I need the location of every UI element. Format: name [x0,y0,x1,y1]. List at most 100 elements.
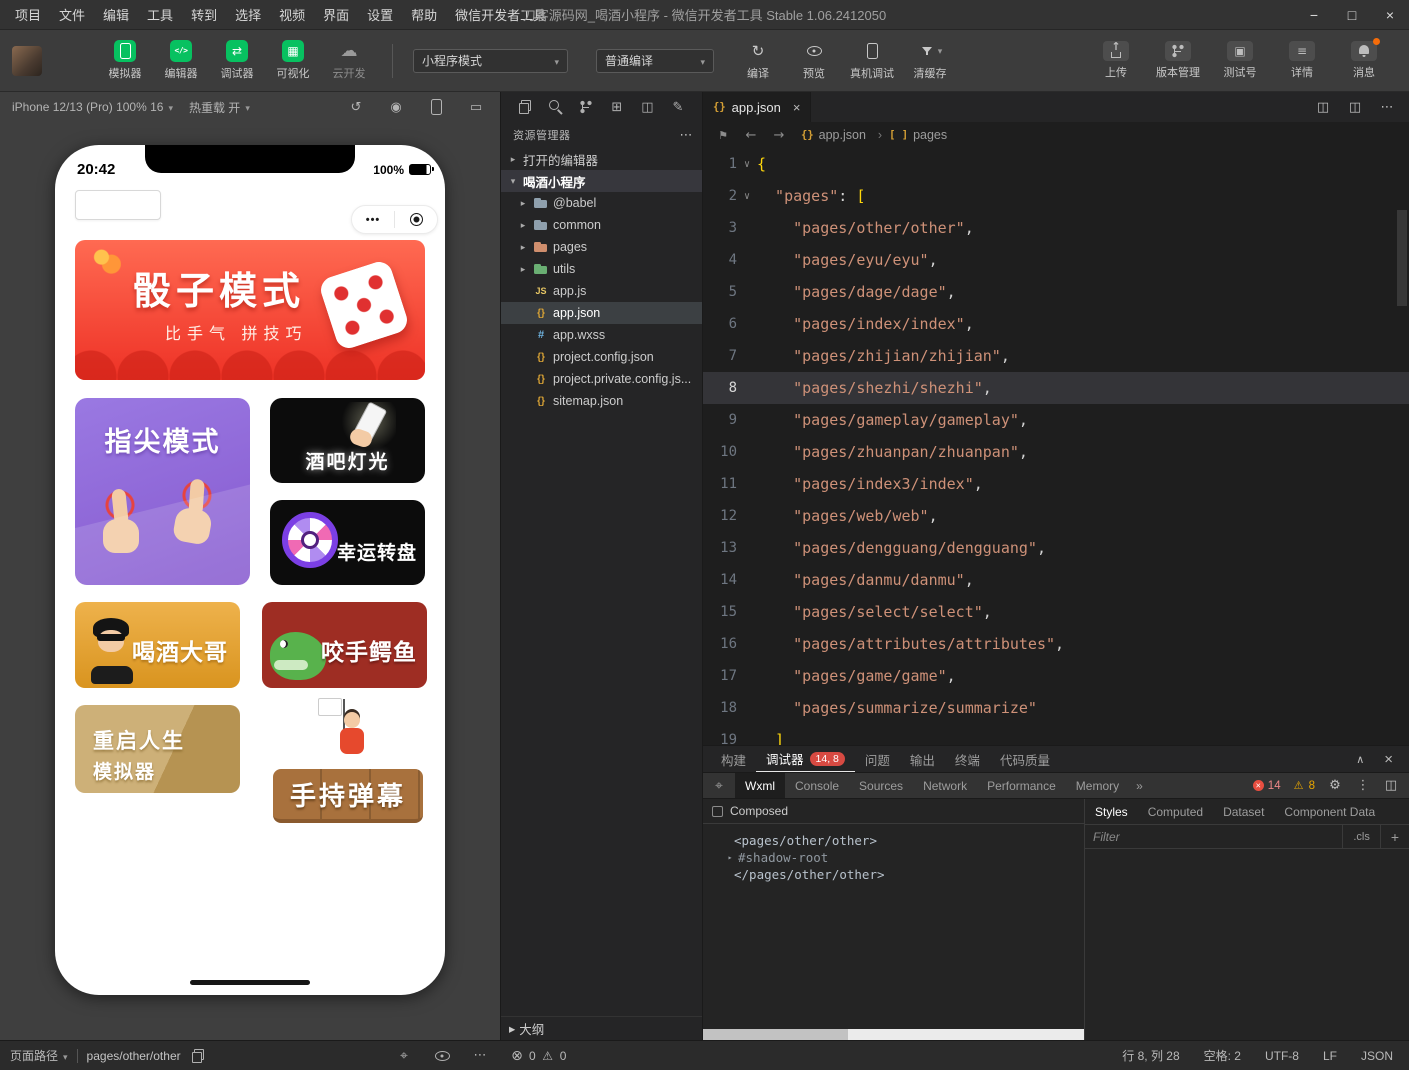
styles-tab[interactable]: Styles [1085,799,1138,824]
horizontal-scrollbar[interactable] [703,1029,1084,1040]
editor-toolbar-icon[interactable] [1379,99,1395,115]
panel-toggle-button[interactable]: 可视化 [270,40,316,81]
statusbar-icon[interactable] [472,1048,488,1064]
breadcrumb-item[interactable]: [ ] pages › [889,128,947,142]
explorer-toolbar-icon[interactable] [639,99,655,115]
encoding-setting[interactable]: UTF-8 [1265,1047,1299,1064]
code-line[interactable]: 13 "pages/dengguang/dengguang", [703,532,1409,564]
breadcrumb-nav-icon[interactable] [771,127,787,143]
fold-arrow[interactable]: ∨ [737,191,757,202]
dom-node[interactable]: <pages/other/other> [709,832,1078,849]
tree-item[interactable]: sitemap.json [501,390,702,412]
compile-action-button[interactable]: 真机调试 [850,40,894,81]
toolbar-right-button[interactable]: 上传 [1093,41,1139,80]
debugger-panel-tab[interactable]: 终端 [945,746,990,772]
breadcrumb-nav-icon[interactable] [715,127,731,143]
warning-count-badge[interactable]: 8 [1293,780,1315,792]
tree-item[interactable]: ▸ @babel [501,192,702,214]
devtools-icon[interactable] [1355,778,1371,794]
devtools-icon[interactable] [1327,778,1343,794]
code-line[interactable]: 19 ] [703,724,1409,745]
styles-filter-input[interactable] [1085,830,1342,844]
code-line[interactable]: 4 "pages/eyu/eyu", [703,244,1409,276]
toggle-class-button[interactable]: .cls [1342,825,1380,848]
code-line[interactable]: 8 "pages/shezhi/shezhi", [703,372,1409,404]
code-line[interactable]: 16 "pages/attributes/attributes", [703,628,1409,660]
editor-toolbar-icon[interactable] [1315,99,1331,115]
page-path-selector[interactable]: 页面路径 [10,1047,68,1064]
code-line[interactable]: 14 "pages/danmu/danmu", [703,564,1409,596]
tree-item[interactable]: project.private.config.js... [501,368,702,390]
indentation-setting[interactable]: 空格: 2 [1204,1047,1241,1064]
new-style-rule-button[interactable]: + [1380,825,1409,848]
debugger-panel-tab[interactable]: 代码质量 [990,746,1060,772]
menu-item[interactable]: 文件 [50,0,94,30]
capsule-more-button[interactable]: ••• [352,214,394,226]
menu-item[interactable]: 选择 [226,0,270,30]
tree-item[interactable]: ▸ utils [501,258,702,280]
breadcrumb-nav-icon[interactable] [743,127,759,143]
dom-node[interactable]: ▸ #shadow-root [709,849,1078,866]
panel-toggle-button[interactable]: 云开发 [326,40,372,81]
copy-path-icon[interactable] [190,1048,206,1064]
code-line[interactable]: 9 "pages/gameplay/gameplay", [703,404,1409,436]
statusbar-icon[interactable] [434,1048,450,1064]
devtools-icon[interactable] [1383,778,1399,794]
simulator-toolbar-icon[interactable] [388,99,404,115]
project-section[interactable]: ▾ 喝酒小程序 [501,170,702,192]
compile-action-button[interactable]: 编译 [738,40,778,81]
panel-toggle-button[interactable]: 调试器 [214,40,260,81]
tile-bar-light[interactable]: 酒吧灯光 [270,398,425,483]
compile-action-button[interactable]: 预览 [794,40,834,81]
language-mode[interactable]: JSON [1361,1047,1393,1064]
scrollbar[interactable] [1397,210,1407,306]
hot-reload-toggle[interactable]: 热重载 开 [189,99,250,116]
devtools-tab[interactable]: Sources [849,773,913,798]
composed-checkbox[interactable] [712,806,723,817]
devtools-tab[interactable]: Network [913,773,977,798]
tree-item[interactable]: ▸ pages [501,236,702,258]
code-line[interactable]: 15 "pages/select/select", [703,596,1409,628]
menu-item[interactable]: 项目 [6,0,50,30]
panel-toggle-button[interactable]: 模拟器 [102,40,148,81]
scrollbar-thumb[interactable] [703,1029,848,1040]
menu-item[interactable]: 帮助 [402,0,446,30]
outline-section[interactable]: ▸ 大纲 [501,1016,702,1040]
menu-item[interactable]: 编辑 [94,0,138,30]
editor-tab-appjson[interactable]: {} app.json × [703,92,811,122]
collapse-panel-button[interactable] [1352,751,1368,767]
explorer-toolbar-icon[interactable] [517,99,533,115]
devtools-tab[interactable]: Performance [977,773,1066,798]
compile-mode-select[interactable]: 普通编译 [596,49,714,73]
menu-item[interactable]: 界面 [314,0,358,30]
close-panel-button[interactable]: × [1384,751,1393,768]
tile-restart-life[interactable]: 重启人生 模拟器 [75,705,240,793]
simulator-toolbar-icon[interactable] [468,99,484,115]
device-selector[interactable]: iPhone 12/13 (Pro) 100% 16 [12,100,173,114]
tile-bite-crocodile[interactable]: 咬手鳄鱼 [262,602,427,688]
tree-item[interactable]: project.config.json [501,346,702,368]
menu-item[interactable]: 设置 [358,0,402,30]
code-line[interactable]: 18 "pages/summarize/summarize" [703,692,1409,724]
code-line[interactable]: 12 "pages/web/web", [703,500,1409,532]
open-editors-section[interactable]: ▸ 打开的编辑器 [501,148,702,170]
tree-item[interactable]: app.json [501,302,702,324]
compile-action-button[interactable]: ▾ 清缓存 [910,40,950,81]
problems-indicator[interactable]: 0 0 [500,1049,566,1063]
breadcrumb-item[interactable]: {} app.json › [801,128,889,142]
maximize-button[interactable]: □ [1333,0,1371,29]
menu-item[interactable]: 视频 [270,0,314,30]
explorer-toolbar-icon[interactable] [670,99,686,115]
minimize-button[interactable]: − [1295,0,1333,29]
tile-handheld-danmaku[interactable]: 手持弹幕 [268,698,428,823]
panel-toggle-button[interactable]: 编辑器 [158,40,204,81]
code-line[interactable]: 17 "pages/game/game", [703,660,1409,692]
tile-lucky-wheel[interactable]: 幸运转盘 [270,500,425,585]
capsule-home-button[interactable] [395,213,437,226]
toolbar-right-button[interactable]: 测试号 [1217,41,1263,80]
code-line[interactable]: 7 "pages/zhijian/zhijian", [703,340,1409,372]
statusbar-icon[interactable] [396,1048,412,1064]
editor-toolbar-icon[interactable] [1347,99,1363,115]
avatar[interactable] [12,46,42,76]
dom-node[interactable]: </pages/other/other> [709,866,1078,883]
